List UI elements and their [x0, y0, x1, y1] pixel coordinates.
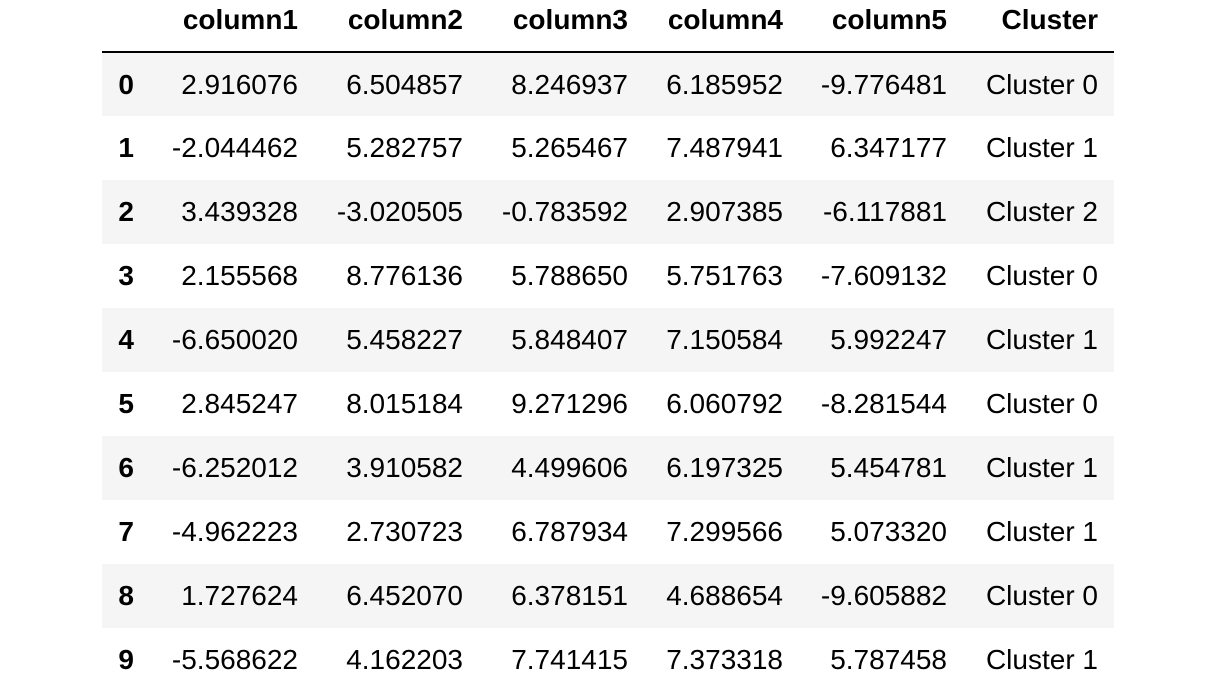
cell-column5: -9.776481: [820, 68, 947, 100]
cell-cluster: Cluster 0: [985, 580, 1098, 611]
cell-column2: -3.020505: [336, 196, 463, 227]
cell-cluster: Cluster 1: [985, 132, 1098, 163]
cell-column1: -5.568622: [171, 644, 298, 675]
table-row: 9 -5.568622 4.162203 7.741415 7.373318 5.7874…: [102, 628, 1114, 692]
cell-column5: 5.454781: [830, 452, 947, 483]
cell-column3: 6.787934: [511, 516, 628, 547]
header-row: column1 column2 column3 column4 column5 …: [102, 0, 1114, 53]
cell-column1: 3.439328: [181, 196, 298, 227]
cell-cluster: Cluster 0: [985, 68, 1098, 100]
cell-column2: 5.458227: [346, 324, 463, 355]
cell-column2: 8.015184: [346, 388, 463, 419]
row-index-cell: 7: [118, 516, 134, 547]
row-index-cell: 4: [118, 324, 134, 355]
cell-column5: 5.073320: [830, 516, 947, 547]
cell-column3: 6.378151: [511, 580, 628, 611]
table-row: 5 2.845247 8.015184 9.271296 6.060792 -8.2815…: [102, 372, 1114, 436]
cell-column2: 3.910582: [346, 452, 463, 483]
table-row: 3 2.155568 8.776136 5.788650 5.751763 -7.6091…: [102, 244, 1114, 308]
table-row: 7 -4.962223 2.730723 6.787934 7.299566 5.0733…: [102, 500, 1114, 564]
cell-cluster: Cluster 1: [985, 452, 1098, 483]
cell-cluster: Cluster 0: [985, 388, 1098, 419]
cell-column4: 7.487941: [666, 132, 783, 163]
cell-column1: 1.727624: [181, 580, 298, 611]
dataframe-table-container: column1 column2 column3 column4 column5 …: [102, 0, 1114, 692]
cell-column4: 4.688654: [666, 580, 783, 611]
cell-cluster: Cluster 0: [985, 260, 1098, 291]
cell-cluster: Cluster 1: [985, 516, 1098, 547]
cell-column3: 8.246937: [511, 68, 628, 100]
cell-cluster: Cluster 1: [985, 644, 1098, 675]
cell-column4: 6.185952: [666, 68, 783, 100]
cell-column3: -0.783592: [501, 196, 628, 227]
cell-column4: 7.373318: [666, 644, 783, 675]
cell-column1: -6.252012: [171, 452, 298, 483]
row-index-cell: 8: [118, 580, 134, 611]
column-header-column5: column5: [799, 0, 963, 53]
table-body: 0 2.916076 6.504857 8.246937 6.185952 -9.7764…: [102, 52, 1114, 692]
row-index-cell: 1: [118, 132, 134, 163]
cell-column1: -4.962223: [171, 516, 298, 547]
cell-column3: 5.788650: [511, 260, 628, 291]
table-row: 2 3.439328 -3.020505 -0.783592 2.907385 -6.11…: [102, 180, 1114, 244]
cell-column2: 6.504857: [346, 68, 463, 100]
row-index-cell: 6: [118, 452, 134, 483]
cell-column4: 7.299566: [666, 516, 783, 547]
table-row: 4 -6.650020 5.458227 5.848407 7.150584 5.9922…: [102, 308, 1114, 372]
dataframe-table: column1 column2 column3 column4 column5 …: [102, 0, 1114, 692]
row-index-cell: 2: [118, 196, 134, 227]
cell-column1: 2.155568: [181, 260, 298, 291]
row-index-cell: 5: [118, 388, 134, 419]
row-index-cell: 9: [118, 644, 134, 675]
cell-column5: 6.347177: [830, 132, 947, 163]
cell-column3: 4.499606: [511, 452, 628, 483]
column-header-column1: column1: [150, 0, 314, 53]
cell-cluster: Cluster 2: [985, 196, 1098, 227]
cell-column3: 7.741415: [511, 644, 628, 675]
cell-column4: 6.197325: [666, 452, 783, 483]
cell-column4: 2.907385: [666, 196, 783, 227]
column-header-column3: column3: [479, 0, 644, 53]
cell-column1: -2.044462: [171, 132, 298, 163]
cell-column5: -6.117881: [822, 196, 947, 227]
cell-column5: 5.992247: [830, 324, 947, 355]
cell-column3: 5.265467: [511, 132, 628, 163]
cell-column3: 9.271296: [511, 388, 628, 419]
column-header-cluster: Cluster: [963, 0, 1114, 53]
table-row: 8 1.727624 6.452070 6.378151 4.688654 -9.6058…: [102, 564, 1114, 628]
cell-column5: -8.281544: [820, 388, 947, 419]
cell-column5: -7.609132: [820, 260, 947, 291]
cell-column2: 4.162203: [346, 644, 463, 675]
cell-column5: -9.605882: [820, 580, 947, 611]
index-header-cell: [102, 0, 150, 53]
cell-column1: 2.916076: [181, 68, 298, 100]
column-header-column2: column2: [314, 0, 479, 53]
table-row: 0 2.916076 6.504857 8.246937 6.185952 -9.7764…: [102, 52, 1114, 116]
row-index-cell: 0: [118, 68, 134, 100]
table-header: column1 column2 column3 column4 column5 …: [102, 0, 1114, 53]
cell-cluster: Cluster 1: [985, 324, 1098, 355]
table-row: 6 -6.252012 3.910582 4.499606 6.197325 5.4547…: [102, 436, 1114, 500]
cell-column2: 5.282757: [346, 132, 463, 163]
cell-column2: 8.776136: [346, 260, 463, 291]
cell-column2: 2.730723: [346, 516, 463, 547]
cell-column4: 6.060792: [666, 388, 783, 419]
cell-column1: 2.845247: [181, 388, 298, 419]
cell-column2: 6.452070: [346, 580, 463, 611]
row-index-cell: 3: [118, 260, 134, 291]
column-header-column4: column4: [644, 0, 799, 53]
cell-column1: -6.650020: [171, 324, 298, 355]
table-row: 1 -2.044462 5.282757 5.265467 7.487941 6.3471…: [102, 116, 1114, 180]
cell-column3: 5.848407: [511, 324, 628, 355]
cell-column4: 5.751763: [666, 260, 783, 291]
cell-column5: 5.787458: [830, 644, 947, 675]
cell-column4: 7.150584: [666, 324, 783, 355]
